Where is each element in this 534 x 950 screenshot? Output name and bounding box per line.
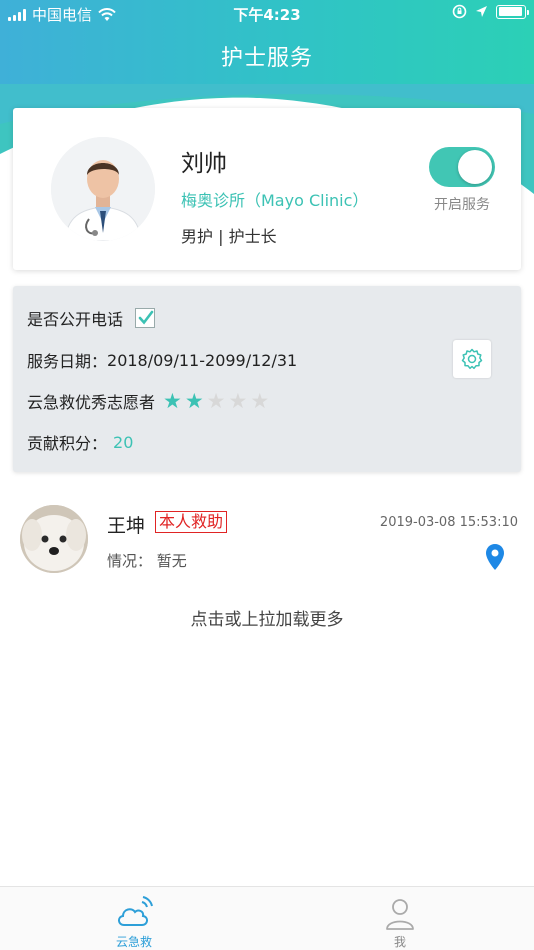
status-right (452, 4, 529, 19)
service-date-value: 2018/09/11-2099/12/31 (107, 350, 298, 370)
battery-level (498, 7, 523, 16)
public-phone-row: 是否公开电话 (27, 306, 156, 330)
nurse-avatar[interactable] (51, 137, 155, 241)
screen: 中国电信 下午4:23 护士服务 刘帅 梅奥诊所（Mayo Clinic） 男护… (0, 0, 534, 950)
service-date-label: 服务日期： (27, 352, 108, 371)
tab-me[interactable]: 我 (340, 887, 460, 950)
score-label: 贡献积分： (27, 434, 108, 453)
record-time: 2019-03-08 15:53:10 (379, 515, 518, 530)
location-arrow-icon (476, 6, 487, 17)
cloud-signal-icon (118, 896, 153, 926)
gear-icon (461, 348, 483, 370)
tab-bar: 云急救 我 (0, 886, 534, 950)
self-rescue-badge: 本人救助 (155, 511, 228, 533)
tab-emergency-label: 云急救 (115, 935, 152, 949)
person-icon (386, 899, 414, 930)
service-date-row: 服务日期： 2018/09/11-2099/12/31 (27, 348, 297, 372)
clinic-name: 梅奥诊所（Mayo Clinic） (181, 191, 369, 210)
tab-me-label: 我 (393, 935, 406, 949)
dog-photo-icon (20, 505, 88, 573)
doctor-portrait-icon (51, 137, 155, 241)
info-card: 是否公开电话 服务日期： 2018/09/11-2099/12/31 云急救优秀… (13, 286, 521, 472)
nurse-name: 刘帅 (181, 151, 227, 177)
service-toggle-label: 开启服务 (434, 197, 490, 213)
star-empty-icon: ★ (228, 388, 248, 413)
record-name: 王坤 (107, 515, 146, 537)
toggle-knob (458, 150, 492, 184)
page-title: 护士服务 (220, 46, 313, 71)
volunteer-label: 云急救优秀志愿者 (27, 393, 156, 412)
score-value: 20 (113, 432, 134, 452)
star-empty-icon: ★ (250, 388, 270, 413)
star-empty-icon: ★ (206, 388, 226, 413)
load-more-button[interactable]: 点击或上拉加载更多 (0, 605, 534, 630)
star-rating: ★ ★ ★ ★ ★ (163, 388, 270, 413)
list-item[interactable]: 王坤 本人救助 2019-03-08 15:53:10 情况： 暂无 (0, 494, 534, 582)
battery-icon (496, 4, 529, 19)
star-filled-icon: ★ (184, 388, 204, 413)
profile-card: 刘帅 梅奥诊所（Mayo Clinic） 男护 | 护士长 开启服务 (13, 108, 521, 270)
volunteer-row: 云急救优秀志愿者 ★ ★ ★ ★ ★ (27, 389, 269, 413)
nurse-role: 男护 | 护士长 (181, 227, 277, 246)
checkmark-icon (138, 310, 154, 325)
settings-button[interactable] (453, 340, 491, 378)
location-pin-icon[interactable] (485, 543, 505, 571)
public-phone-label: 是否公开电话 (27, 310, 124, 329)
public-phone-checkbox[interactable] (135, 308, 156, 328)
orientation-lock-icon (452, 4, 467, 19)
score-row: 贡献积分： 20 (27, 430, 133, 454)
star-filled-icon: ★ (163, 388, 182, 413)
service-toggle[interactable] (429, 147, 495, 187)
user-avatar (20, 505, 88, 573)
status-bar: 中国电信 下午4:23 (0, 0, 534, 28)
tab-emergency[interactable]: 云急救 (74, 887, 194, 950)
record-status: 情况： 暂无 (107, 552, 187, 570)
